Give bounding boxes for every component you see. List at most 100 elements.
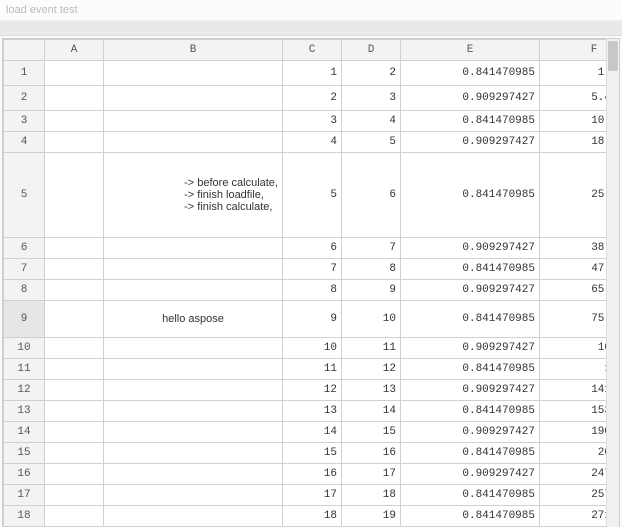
cell-D13[interactable]: 14 — [342, 401, 401, 422]
row-header[interactable]: 2 — [4, 86, 45, 111]
cell-E8[interactable]: 0.909297427 — [401, 280, 540, 301]
cell-B18[interactable] — [104, 506, 283, 527]
cell-B3[interactable] — [104, 111, 283, 132]
cell-B4[interactable] — [104, 132, 283, 153]
cell-B16[interactable] — [104, 464, 283, 485]
row-header[interactable]: 11 — [4, 359, 45, 380]
row-header[interactable]: 16 — [4, 464, 45, 485]
table-row[interactable]: 1616170.909297427247.3289 — [4, 464, 621, 485]
cell-B12[interactable] — [104, 380, 283, 401]
corner-cell[interactable] — [4, 40, 45, 61]
cell-A2[interactable] — [45, 86, 104, 111]
cell-C12[interactable]: 12 — [283, 380, 342, 401]
cell-E1[interactable]: 0.841470985 — [401, 61, 540, 86]
cell-D4[interactable]: 5 — [342, 132, 401, 153]
cell-A8[interactable] — [45, 280, 104, 301]
table-row[interactable]: 2230.9092974275.455784 — [4, 86, 621, 111]
cell-A18[interactable] — [45, 506, 104, 527]
table-row[interactable]: 4450.90929742718.18594 — [4, 132, 621, 153]
cell-E12[interactable]: 0.909297427 — [401, 380, 540, 401]
row-header[interactable]: 6 — [4, 238, 45, 259]
cell-D14[interactable]: 15 — [342, 422, 401, 443]
cell-B2[interactable] — [104, 86, 283, 111]
cell-E4[interactable]: 0.909297427 — [401, 132, 540, 153]
col-header-E[interactable]: E — [401, 40, 540, 61]
cell-A16[interactable] — [45, 464, 104, 485]
cell-D2[interactable]: 3 — [342, 86, 401, 111]
cell-A6[interactable] — [45, 238, 104, 259]
vertical-scrollbar[interactable] — [606, 39, 619, 527]
cell-B6[interactable] — [104, 238, 283, 259]
cell-D16[interactable]: 17 — [342, 464, 401, 485]
cell-A9[interactable] — [45, 301, 104, 338]
row-header[interactable]: 3 — [4, 111, 45, 132]
col-header-A[interactable]: A — [45, 40, 104, 61]
table-row[interactable]: 9hello aspose9100.84147098575.73238 — [4, 301, 621, 338]
cell-B11[interactable] — [104, 359, 283, 380]
row-header[interactable]: 15 — [4, 443, 45, 464]
cell-B17[interactable] — [104, 485, 283, 506]
row-header[interactable]: 9 — [4, 301, 45, 338]
cell-E18[interactable]: 0.841470985 — [401, 506, 540, 527]
cell-D15[interactable]: 16 — [342, 443, 401, 464]
row-header[interactable]: 7 — [4, 259, 45, 280]
table-row[interactable]: 1212130.909297427141.8503 — [4, 380, 621, 401]
table-row[interactable]: 1515160.841470985201.953 — [4, 443, 621, 464]
cell-C1[interactable]: 1 — [283, 61, 342, 86]
cell-D10[interactable]: 11 — [342, 338, 401, 359]
scrollbar-thumb[interactable] — [608, 41, 618, 71]
cell-A12[interactable] — [45, 380, 104, 401]
cell-E15[interactable]: 0.841470985 — [401, 443, 540, 464]
cell-B7[interactable] — [104, 259, 283, 280]
cell-D18[interactable]: 19 — [342, 506, 401, 527]
cell-B13[interactable] — [104, 401, 283, 422]
cell-D6[interactable]: 7 — [342, 238, 401, 259]
cell-C5[interactable]: 5 — [283, 153, 342, 238]
row-header[interactable]: 18 — [4, 506, 45, 527]
cell-C13[interactable]: 13 — [283, 401, 342, 422]
cell-A1[interactable] — [45, 61, 104, 86]
cell-E5[interactable]: 0.841470985 — [401, 153, 540, 238]
table-row[interactable]: 5-> before calculate, -> finish loadfile… — [4, 153, 621, 238]
row-header[interactable]: 17 — [4, 485, 45, 506]
cell-A17[interactable] — [45, 485, 104, 506]
spreadsheet-viewport[interactable]: A B C D E F 1120.8414709851.682942230.90… — [2, 38, 620, 527]
cell-C14[interactable]: 14 — [283, 422, 342, 443]
cell-E10[interactable]: 0.909297427 — [401, 338, 540, 359]
cell-D9[interactable]: 10 — [342, 301, 401, 338]
cell-C11[interactable]: 11 — [283, 359, 342, 380]
cell-E17[interactable]: 0.841470985 — [401, 485, 540, 506]
col-header-D[interactable]: D — [342, 40, 401, 61]
row-header[interactable]: 5 — [4, 153, 45, 238]
cell-C10[interactable]: 10 — [283, 338, 342, 359]
row-header[interactable]: 12 — [4, 380, 45, 401]
cell-C7[interactable]: 7 — [283, 259, 342, 280]
row-header[interactable]: 1 — [4, 61, 45, 86]
table-row[interactable]: 3340.84147098510.09765 — [4, 111, 621, 132]
cell-E9[interactable]: 0.841470985 — [401, 301, 540, 338]
cell-C2[interactable]: 2 — [283, 86, 342, 111]
cell-E14[interactable]: 0.909297427 — [401, 422, 540, 443]
cell-C15[interactable]: 15 — [283, 443, 342, 464]
table-row[interactable]: 1111120.841470985111.07 — [4, 359, 621, 380]
row-header[interactable]: 14 — [4, 422, 45, 443]
cell-A10[interactable] — [45, 338, 104, 359]
cell-B15[interactable] — [104, 443, 283, 464]
table-row[interactable]: 1313140.841470985153.1477 — [4, 401, 621, 422]
cell-C18[interactable]: 18 — [283, 506, 342, 527]
cell-E3[interactable]: 0.841470985 — [401, 111, 540, 132]
cell-C4[interactable]: 4 — [283, 132, 342, 153]
cell-A5[interactable] — [45, 153, 104, 238]
cell-A7[interactable] — [45, 259, 104, 280]
row-header[interactable]: 8 — [4, 280, 45, 301]
cell-C16[interactable]: 16 — [283, 464, 342, 485]
cell-C9[interactable]: 9 — [283, 301, 342, 338]
cell-A4[interactable] — [45, 132, 104, 153]
cell-D1[interactable]: 2 — [342, 61, 401, 86]
table-row[interactable]: 1818190.841470985271.7951 — [4, 506, 621, 527]
cell-D8[interactable]: 9 — [342, 280, 401, 301]
table-row[interactable]: 1120.8414709851.68294 — [4, 61, 621, 86]
cell-B1[interactable] — [104, 61, 283, 86]
cell-A15[interactable] — [45, 443, 104, 464]
row-header[interactable]: 13 — [4, 401, 45, 422]
